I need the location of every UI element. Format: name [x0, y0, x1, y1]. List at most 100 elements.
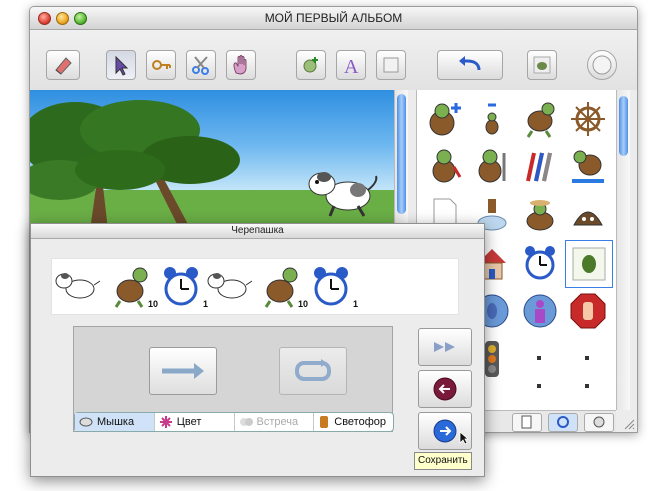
turtle-frame-icon	[572, 247, 606, 281]
tab-mouse[interactable]: Мышка	[75, 413, 155, 431]
sequence-item[interactable]	[206, 263, 253, 309]
eraser-icon	[55, 57, 72, 75]
person-button-item[interactable]	[517, 288, 563, 334]
tab-traffic-light-label: Светофор	[334, 416, 386, 428]
repeat-icon	[295, 359, 331, 381]
tab-meeting-label: Встреча	[256, 416, 299, 428]
pencils-item[interactable]	[517, 144, 563, 190]
arrow-cursor-icon	[115, 55, 129, 76]
toolbar: A	[30, 30, 637, 90]
person-button-icon	[523, 294, 557, 328]
back-arrow-icon	[433, 377, 457, 401]
turtle-shell-icon	[573, 211, 603, 226]
sequence-count: 10	[297, 299, 308, 309]
key-tool-button[interactable]	[146, 50, 176, 80]
palette-tab-click[interactable]	[548, 413, 578, 432]
turtle-plus-item[interactable]	[421, 96, 467, 142]
dog-icon	[207, 273, 253, 299]
turtle-minus-icon	[485, 103, 499, 135]
palette-tab-page[interactable]	[512, 413, 542, 432]
canvas-scroll-thumb[interactable]	[397, 94, 406, 214]
text-tool-button[interactable]: A	[336, 50, 366, 80]
mouse-pointer-icon	[459, 431, 469, 445]
rectangle-tool-button[interactable]	[376, 50, 406, 80]
stamp-button[interactable]	[527, 50, 557, 80]
repeat-action-button[interactable]	[279, 347, 347, 395]
title-bar: МОЙ ПЕРВЫЙ АЛЬБОМ	[30, 7, 637, 30]
window-title: МОЙ ПЕРВЫЙ АЛЬБОМ	[264, 11, 403, 25]
palette-scroll-thumb[interactable]	[619, 96, 628, 156]
traffic-light-icon	[320, 416, 329, 428]
sequence-item[interactable]: 1	[158, 263, 208, 309]
turtle-water-icon	[572, 150, 604, 183]
turtle-walk-item[interactable]	[517, 96, 563, 142]
page-icon	[521, 415, 532, 429]
tab-traffic-light[interactable]: Светофор	[314, 413, 393, 431]
turtle-hat-icon	[526, 200, 554, 231]
pencils-icon	[526, 152, 552, 182]
ships-wheel-icon	[571, 102, 605, 136]
eraser-tool-button[interactable]	[46, 50, 80, 80]
turtle-stamp-icon	[533, 56, 551, 74]
tab-color[interactable]: Цвет	[155, 413, 235, 431]
turtle-paint-item[interactable]	[421, 144, 467, 190]
sequence-item[interactable]	[54, 263, 101, 309]
turtle-minus-item[interactable]	[469, 96, 515, 142]
rectangle-icon	[383, 57, 399, 73]
key-icon	[152, 60, 171, 70]
scissors-icon	[192, 56, 209, 75]
turtle-water-item[interactable]	[565, 144, 611, 190]
tab-meeting[interactable]: Встреча	[235, 413, 315, 431]
hand-tool-button[interactable]	[226, 50, 256, 80]
tab-mouse-label: Мышка	[97, 416, 135, 428]
dot-icon	[585, 384, 589, 388]
turtle-paint-icon	[432, 149, 462, 183]
alarm-clock-icon	[164, 267, 198, 306]
save-button[interactable]	[418, 412, 472, 450]
svg-text:A: A	[344, 56, 359, 76]
go-back-button[interactable]	[418, 370, 472, 408]
tab-color-label: Цвет	[176, 416, 202, 428]
turtle-hat-item[interactable]	[517, 192, 563, 238]
alarm-clock-item[interactable]	[517, 240, 563, 286]
sequence-item[interactable]: 1	[308, 263, 358, 309]
color-well-icon	[592, 55, 612, 75]
fast-forward-icon	[434, 342, 455, 352]
sequence-item[interactable]: 10	[108, 263, 158, 309]
turtle-shell-item[interactable]	[565, 192, 611, 238]
mouse-icon	[79, 417, 93, 427]
dot-icon	[585, 356, 589, 360]
resize-grip-icon[interactable]	[623, 418, 635, 430]
turtle-pencil-icon	[478, 149, 506, 183]
scissors-tool-button[interactable]	[186, 50, 216, 80]
dog-sprite	[308, 172, 378, 217]
move-action-button[interactable]	[149, 347, 217, 395]
stop-hand-item[interactable]	[565, 288, 611, 334]
drawing-canvas[interactable]	[30, 90, 394, 230]
canvas-scrollbar[interactable]	[394, 90, 408, 230]
palette-empty-slot[interactable]	[517, 364, 563, 410]
action-sequence-strip[interactable]: 10 1 10 1	[51, 258, 459, 315]
palette-scrollbar[interactable]	[616, 90, 630, 410]
color-well-button[interactable]	[587, 50, 617, 80]
turtle-walk-icon	[526, 102, 555, 138]
sequence-count: 10	[147, 299, 158, 309]
fast-forward-button[interactable]	[418, 328, 472, 366]
turtle-frame-item[interactable]	[565, 240, 613, 288]
forward-arrow-icon	[433, 419, 457, 443]
click-icon	[557, 416, 569, 428]
palette-tab-sound[interactable]	[584, 413, 614, 432]
sequence-item[interactable]: 10	[258, 263, 308, 309]
arrow-tool-button[interactable]	[106, 50, 136, 80]
turtle-plus-icon	[429, 103, 461, 136]
dialog-title: Черепашка	[31, 224, 484, 239]
meeting-icon	[239, 418, 253, 426]
turtle-pencil-item[interactable]	[469, 144, 515, 190]
new-character-button[interactable]	[296, 50, 326, 80]
palette-empty-slot[interactable]	[565, 364, 611, 410]
ships-wheel-item[interactable]	[565, 96, 611, 142]
right-arrow-icon	[162, 363, 204, 379]
undo-button[interactable]	[437, 50, 503, 80]
turtle-dialog: Черепашка 10 1 10 1 Мышка Цвет Встреча С…	[30, 223, 485, 477]
sequence-count: 1	[352, 299, 358, 309]
